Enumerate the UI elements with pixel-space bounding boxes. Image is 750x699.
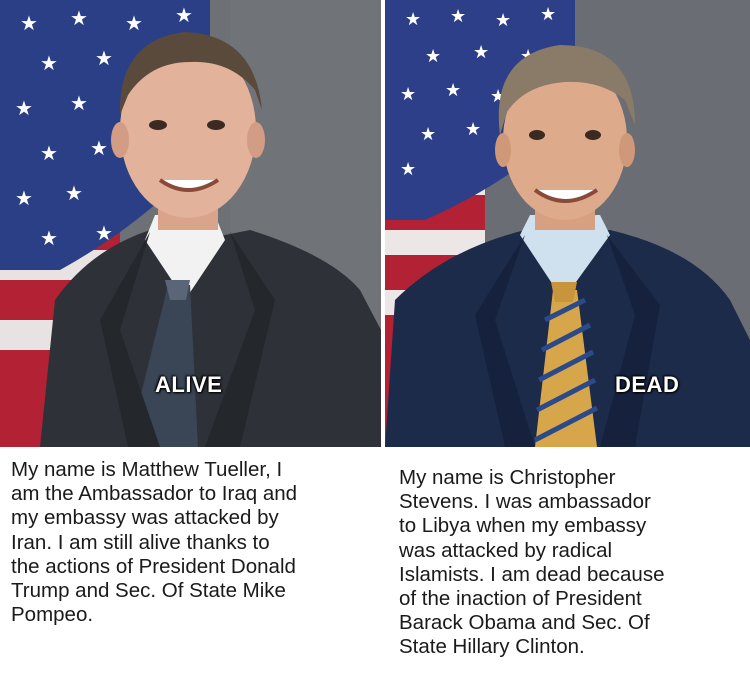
svg-text:★: ★ xyxy=(40,51,58,75)
left-caption-line: Pompeo. xyxy=(11,603,94,627)
left-caption-line: am the Ambassador to Iraq and xyxy=(11,482,298,506)
right-portrait-photo: ★★★★ ★★★ ★★★ ★★ ★ xyxy=(385,0,750,447)
svg-text:★: ★ xyxy=(495,10,511,31)
right-caption: My name is Christopher Stevens. I was am… xyxy=(399,466,665,660)
right-caption-line: My name is Christopher xyxy=(399,466,616,489)
svg-text:★: ★ xyxy=(70,6,88,30)
svg-text:★: ★ xyxy=(420,124,436,145)
svg-text:★: ★ xyxy=(15,96,33,120)
svg-text:★: ★ xyxy=(65,181,83,205)
svg-text:★: ★ xyxy=(400,84,416,105)
left-caption-line: my embassy was attacked by xyxy=(11,506,279,530)
right-caption-line: Stevens. I was ambassador xyxy=(399,490,651,514)
svg-text:★: ★ xyxy=(465,119,481,140)
svg-text:★: ★ xyxy=(425,46,441,67)
dead-label: DEAD xyxy=(615,372,680,397)
right-caption-line: Islamists. I am dead because xyxy=(399,562,665,586)
svg-text:★: ★ xyxy=(15,186,33,210)
left-caption-line: Trump and Sec. Of State Mike xyxy=(11,579,286,603)
right-portrait-illustration: ★★★★ ★★★ ★★★ ★★ ★ xyxy=(385,0,750,447)
svg-text:★: ★ xyxy=(20,11,38,35)
svg-text:★: ★ xyxy=(95,46,113,70)
svg-text:★: ★ xyxy=(125,11,143,35)
left-caption: My name is Matthew Tueller, I am the Amb… xyxy=(11,458,297,627)
svg-text:★: ★ xyxy=(473,42,489,63)
left-caption-line: Iran. I am still alive thanks to xyxy=(11,530,270,554)
svg-text:★: ★ xyxy=(405,9,421,30)
left-caption-line: the actions of President Donald xyxy=(11,554,296,578)
svg-text:★: ★ xyxy=(445,80,461,101)
right-caption-line: Barack Obama and Sec. Of xyxy=(399,611,650,635)
right-caption-line: to Libya when my embassy xyxy=(399,514,647,538)
alive-label: ALIVE xyxy=(155,372,223,397)
left-caption-line: My name is Matthew Tueller, I xyxy=(11,458,283,481)
svg-text:★: ★ xyxy=(40,141,58,165)
right-caption-line: of the inaction of President xyxy=(399,587,642,611)
svg-text:★: ★ xyxy=(540,4,556,25)
svg-text:★: ★ xyxy=(90,136,108,160)
svg-text:★: ★ xyxy=(95,221,113,245)
svg-text:★: ★ xyxy=(400,159,416,180)
right-caption-line: was attacked by radical xyxy=(399,538,613,562)
svg-text:★: ★ xyxy=(40,226,58,250)
svg-text:★: ★ xyxy=(70,91,88,115)
svg-text:★: ★ xyxy=(175,3,193,27)
svg-text:★: ★ xyxy=(450,6,466,27)
right-caption-line: State Hillary Clinton. xyxy=(399,635,585,659)
